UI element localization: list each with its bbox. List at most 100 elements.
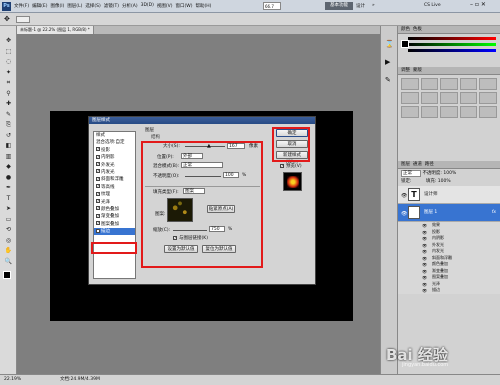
workspace-design-button[interactable]: 设计 — [356, 3, 365, 9]
hand-tool-icon[interactable]: ✋ — [3, 246, 14, 255]
eye-icon[interactable]: 👁 — [422, 288, 427, 295]
adjust-preset[interactable] — [401, 78, 419, 90]
adjust-preset[interactable] — [440, 78, 458, 90]
style-checkbox[interactable]: ✓ — [96, 199, 100, 204]
layer-row[interactable]: 👁 T 设计师 — [398, 186, 500, 204]
style-checkbox[interactable]: ✓ — [96, 206, 100, 211]
move-tool-icon[interactable]: ✥ — [3, 36, 14, 45]
style-checkbox[interactable]: ✓ — [96, 169, 100, 174]
path-select-tool-icon[interactable]: ➤ — [3, 204, 14, 213]
layer-fill[interactable]: 填充: 100% — [426, 179, 451, 184]
menu-item[interactable]: 帮助(H) — [195, 3, 211, 9]
style-checkbox[interactable]: ✓ — [96, 184, 100, 189]
menu-item[interactable]: 选择(S) — [85, 3, 100, 9]
history-brush-icon[interactable]: ↺ — [3, 131, 14, 140]
adjust-preset[interactable] — [440, 106, 458, 118]
menu-item[interactable]: 图像(I) — [50, 3, 64, 9]
brush-tool-icon[interactable]: ✎ — [3, 110, 14, 119]
menu-item[interactable]: 文件(F) — [14, 3, 29, 9]
style-list-item[interactable]: ✓内发光 — [94, 169, 135, 176]
style-list-item[interactable]: ✓光泽 — [94, 199, 135, 206]
menu-item[interactable]: 视图(V) — [157, 3, 173, 9]
adjust-preset[interactable] — [479, 92, 497, 104]
adjust-preset[interactable] — [479, 78, 497, 90]
menu-item[interactable]: 编辑(E) — [32, 3, 47, 9]
status-zoom[interactable]: 22.19% — [4, 375, 21, 385]
adjust-preset[interactable] — [479, 106, 497, 118]
zoom-tool-icon[interactable]: 🔍 — [3, 257, 14, 266]
style-checkbox[interactable]: ✓ — [96, 176, 100, 181]
actions-icon[interactable]: ▶ — [385, 58, 390, 66]
menu-item[interactable]: 滤镜(T) — [104, 3, 119, 9]
tab-document[interactable]: 未标题-1 @ 22.2% (图层 1, RGB/8) * — [17, 26, 94, 34]
menu-item[interactable]: 3D(D) — [141, 3, 154, 9]
cs-live-button[interactable]: CS Live — [424, 3, 441, 8]
style-list-item[interactable]: ✓渐变叠加 — [94, 213, 135, 220]
eraser-tool-icon[interactable]: ◧ — [3, 141, 14, 150]
style-list-item[interactable]: ✓内阴影 — [94, 154, 135, 161]
style-checkbox[interactable]: ✓ — [96, 221, 100, 226]
pen-tool-icon[interactable]: ✒ — [3, 183, 14, 192]
menu-item[interactable]: 分析(A) — [122, 3, 138, 9]
quick-select-tool-icon[interactable]: ✦ — [3, 68, 14, 77]
adjust-preset[interactable] — [440, 92, 458, 104]
adjust-preset[interactable] — [420, 106, 439, 118]
workspace-more-button[interactable]: » — [372, 3, 375, 8]
green-slider[interactable] — [408, 43, 496, 46]
move-tool-icon[interactable]: ✥ — [4, 15, 10, 23]
type-tool-icon[interactable]: T — [3, 194, 14, 203]
tab-masks[interactable]: 蒙版 — [413, 68, 422, 73]
style-list-item[interactable]: 混合选项:自定 — [94, 139, 135, 146]
fx-icon[interactable]: fx — [492, 204, 496, 222]
workspace-basic-button[interactable]: 基本功能 — [325, 2, 353, 10]
shape-tool-icon[interactable]: ▭ — [3, 215, 14, 224]
tool-preset-picker[interactable] — [16, 16, 30, 23]
blend-mode-select[interactable]: 正常 — [401, 170, 421, 177]
eye-icon[interactable]: 👁 — [401, 205, 407, 223]
adjust-preset[interactable] — [459, 78, 478, 90]
zoom-dropdown[interactable]: 66.7 — [263, 2, 281, 10]
tab-color[interactable]: 颜色 — [401, 27, 410, 32]
adjust-preset[interactable] — [401, 92, 419, 104]
layer-row[interactable]: 👁 T 图层 1 fx — [398, 204, 500, 222]
style-checkbox[interactable]: ✓ — [96, 154, 100, 159]
blur-tool-icon[interactable]: ◆ — [3, 162, 14, 171]
tab-adjustments[interactable]: 调整 — [401, 68, 410, 73]
dodge-tool-icon[interactable]: ● — [3, 173, 14, 182]
3d-rotate-tool-icon[interactable]: ⟲ — [3, 225, 14, 234]
brush-icon[interactable]: ✎ — [385, 76, 391, 84]
style-list-item[interactable]: ✓图案叠加 — [94, 221, 135, 228]
adjust-preset[interactable] — [459, 92, 478, 104]
style-list-item[interactable]: ✓等高线 — [94, 184, 135, 191]
3d-orbit-tool-icon[interactable]: ◎ — [3, 236, 14, 245]
style-checkbox[interactable]: ✓ — [96, 191, 100, 196]
style-checkbox[interactable]: ✓ — [96, 162, 100, 167]
preview-checkbox[interactable]: ✓ — [280, 164, 284, 168]
style-list-item[interactable]: ✓纹理 — [94, 191, 135, 198]
style-list-item[interactable]: ✓颜色叠加 — [94, 206, 135, 213]
style-list-item[interactable]: ✓描边 — [94, 228, 135, 236]
gradient-tool-icon[interactable]: ▥ — [3, 152, 14, 161]
adjust-preset[interactable] — [401, 106, 419, 118]
history-icon[interactable]: ⌛ — [385, 40, 394, 48]
tab-swatches[interactable]: 色板 — [413, 27, 422, 32]
menu-item[interactable]: 窗口(W) — [175, 3, 192, 9]
style-checkbox[interactable]: ✓ — [96, 213, 100, 218]
adjust-preset[interactable] — [420, 78, 439, 90]
style-list-item[interactable]: ✓外发光 — [94, 162, 135, 169]
tab-paths[interactable]: 路径 — [425, 162, 434, 167]
layer-effect-row[interactable]: 👁 描边 — [398, 287, 500, 294]
foreground-color-swatch[interactable] — [3, 271, 11, 279]
adjust-preset[interactable] — [459, 106, 478, 118]
clone-tool-icon[interactable]: ⎘ — [3, 120, 14, 129]
tab-layers[interactable]: 图层 — [401, 162, 410, 167]
style-list-item[interactable]: ✓投影 — [94, 147, 135, 154]
style-list-item[interactable]: ✓斜面和浮雕 — [94, 176, 135, 183]
menu-item[interactable]: 图层(L) — [67, 3, 82, 9]
crop-tool-icon[interactable]: ⌗ — [3, 78, 14, 87]
lasso-tool-icon[interactable]: ◌ — [3, 57, 14, 66]
style-checkbox[interactable]: ✓ — [96, 147, 100, 152]
eyedropper-tool-icon[interactable]: ⚲ — [3, 89, 14, 98]
adjust-preset[interactable] — [420, 92, 439, 104]
style-checkbox[interactable]: ✓ — [96, 228, 100, 233]
